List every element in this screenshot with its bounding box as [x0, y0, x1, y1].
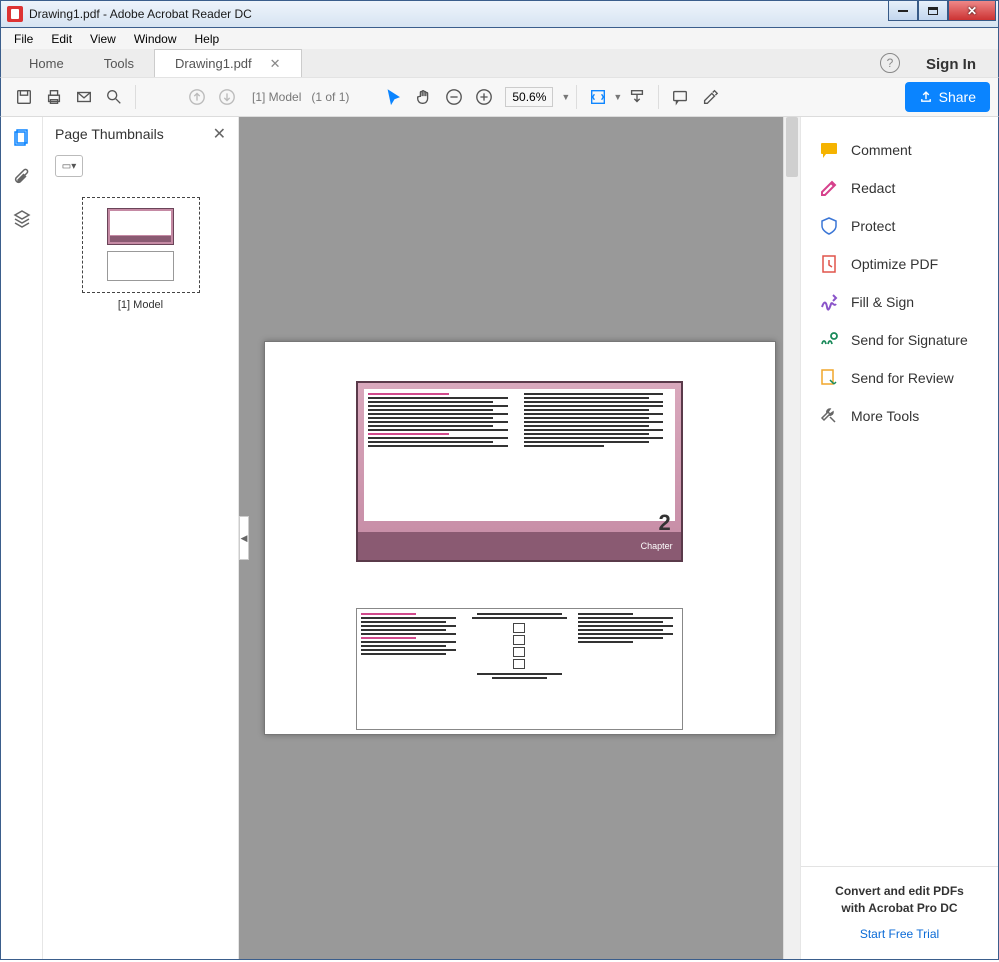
promo-line2: with Acrobat Pro DC	[811, 900, 988, 917]
protect-icon	[819, 216, 839, 236]
document-viewer[interactable]: ◀	[239, 117, 800, 959]
menu-bar: File Edit View Window Help	[0, 28, 999, 49]
read-mode-icon[interactable]	[622, 82, 652, 112]
tool-optimize[interactable]: Optimize PDF	[801, 245, 998, 283]
tool-label: Send for Review	[851, 370, 954, 386]
print-icon[interactable]	[39, 82, 69, 112]
fillsign-icon	[819, 292, 839, 312]
sendforsig-icon	[819, 330, 839, 350]
tab-bar: Home Tools Drawing1.pdf ✕ ? Sign In	[0, 49, 999, 77]
chapter-number: 2	[658, 510, 670, 536]
promo-line1: Convert and edit PDFs	[811, 883, 988, 900]
prev-page-icon[interactable]	[182, 82, 212, 112]
redact-icon	[819, 178, 839, 198]
save-icon[interactable]	[9, 82, 39, 112]
thumbnails-title: Page Thumbnails	[55, 126, 164, 142]
fit-width-icon[interactable]	[583, 82, 613, 112]
menu-view[interactable]: View	[81, 30, 125, 48]
email-icon[interactable]	[69, 82, 99, 112]
tool-sendforsig[interactable]: Send for Signature	[801, 321, 998, 359]
page-count: (1 of 1)	[311, 90, 349, 104]
tab-close-icon[interactable]: ✕	[270, 56, 281, 72]
window-titlebar: Drawing1.pdf - Adobe Acrobat Reader DC ✕	[0, 0, 999, 28]
tool-label: Send for Signature	[851, 332, 968, 348]
tool-label: Optimize PDF	[851, 256, 938, 272]
comment-icon	[819, 140, 839, 160]
sticky-note-icon[interactable]	[665, 82, 695, 112]
body-area: Page Thumbnails ✕ ▭▾	[0, 117, 999, 960]
share-label: Share	[939, 89, 976, 105]
menu-help[interactable]: Help	[186, 30, 229, 48]
zoom-value[interactable]: 50.6%	[505, 87, 553, 107]
tab-home[interactable]: Home	[9, 49, 84, 77]
divider	[135, 85, 136, 109]
close-button[interactable]: ✕	[948, 1, 996, 21]
divider	[658, 85, 659, 109]
help-icon[interactable]: ?	[880, 53, 900, 73]
vertical-scrollbar[interactable]	[783, 117, 800, 959]
page-label: [1] Model	[252, 90, 301, 104]
share-button[interactable]: Share	[905, 82, 990, 112]
tool-redact[interactable]: Redact	[801, 169, 998, 207]
left-rail	[1, 117, 43, 959]
thumbnail-image	[82, 197, 200, 293]
moretools-icon	[819, 406, 839, 426]
pdf-page: 2 Chapter	[264, 341, 776, 735]
tab-document-label: Drawing1.pdf	[175, 56, 252, 71]
rail-attachments-icon[interactable]	[11, 167, 33, 189]
menu-file[interactable]: File	[5, 30, 42, 48]
optimize-icon	[819, 254, 839, 274]
tab-tools[interactable]: Tools	[84, 49, 154, 77]
tool-label: Comment	[851, 142, 912, 158]
promo-link[interactable]: Start Free Trial	[811, 927, 988, 941]
rail-layers-icon[interactable]	[11, 207, 33, 229]
sign-in-button[interactable]: Sign In	[926, 56, 976, 73]
zoom-in-icon[interactable]	[469, 82, 499, 112]
divider	[576, 85, 577, 109]
tool-label: More Tools	[851, 408, 919, 424]
window-title: Drawing1.pdf - Adobe Acrobat Reader DC	[29, 7, 888, 21]
thumbnails-close-icon[interactable]: ✕	[213, 124, 226, 144]
tool-protect[interactable]: Protect	[801, 207, 998, 245]
promo-box: Convert and edit PDFs with Acrobat Pro D…	[801, 866, 998, 959]
highlight-icon[interactable]	[695, 82, 725, 112]
fit-dropdown-icon[interactable]: ▼	[613, 92, 622, 102]
window-controls: ✕	[888, 1, 996, 21]
toolbar: [1] Model (1 of 1) 50.6% ▼ ▼ Share	[0, 77, 999, 117]
maximize-button[interactable]	[918, 1, 948, 21]
hand-tool-icon[interactable]	[409, 82, 439, 112]
zoom-out-icon[interactable]	[439, 82, 469, 112]
collapse-left-icon[interactable]: ◀	[239, 516, 249, 560]
thumbnail-label: [1] Model	[118, 299, 163, 311]
menu-window[interactable]: Window	[125, 30, 186, 48]
thumbnails-options-dropdown[interactable]: ▭▾	[55, 155, 83, 177]
tool-label: Redact	[851, 180, 895, 196]
tab-document[interactable]: Drawing1.pdf ✕	[154, 49, 302, 77]
sendreview-icon	[819, 368, 839, 388]
minimize-button[interactable]	[888, 1, 918, 21]
search-icon[interactable]	[99, 82, 129, 112]
thumbnails-options: ▭▾	[43, 151, 238, 187]
menu-edit[interactable]: Edit	[42, 30, 81, 48]
tools-list: Comment Redact Protect Optimize PDF Fill…	[801, 117, 998, 866]
thumbnails-header: Page Thumbnails ✕	[43, 117, 238, 151]
selection-tool-icon[interactable]	[379, 82, 409, 112]
thumbnail-item[interactable]: [1] Model	[43, 187, 238, 321]
tools-panel: Comment Redact Protect Optimize PDF Fill…	[800, 117, 998, 959]
next-page-icon[interactable]	[212, 82, 242, 112]
tool-fillsign[interactable]: Fill & Sign	[801, 283, 998, 321]
tool-label: Protect	[851, 218, 895, 234]
rail-thumbnails-icon[interactable]	[11, 127, 33, 149]
tool-comment[interactable]: Comment	[801, 131, 998, 169]
tool-moretools[interactable]: More Tools	[801, 397, 998, 435]
zoom-dropdown-icon[interactable]: ▼	[561, 92, 570, 102]
app-icon	[7, 6, 23, 22]
thumbnails-panel: Page Thumbnails ✕ ▭▾	[43, 117, 239, 959]
tool-label: Fill & Sign	[851, 294, 914, 310]
tool-sendreview[interactable]: Send for Review	[801, 359, 998, 397]
chapter-label: Chapter	[641, 541, 673, 551]
